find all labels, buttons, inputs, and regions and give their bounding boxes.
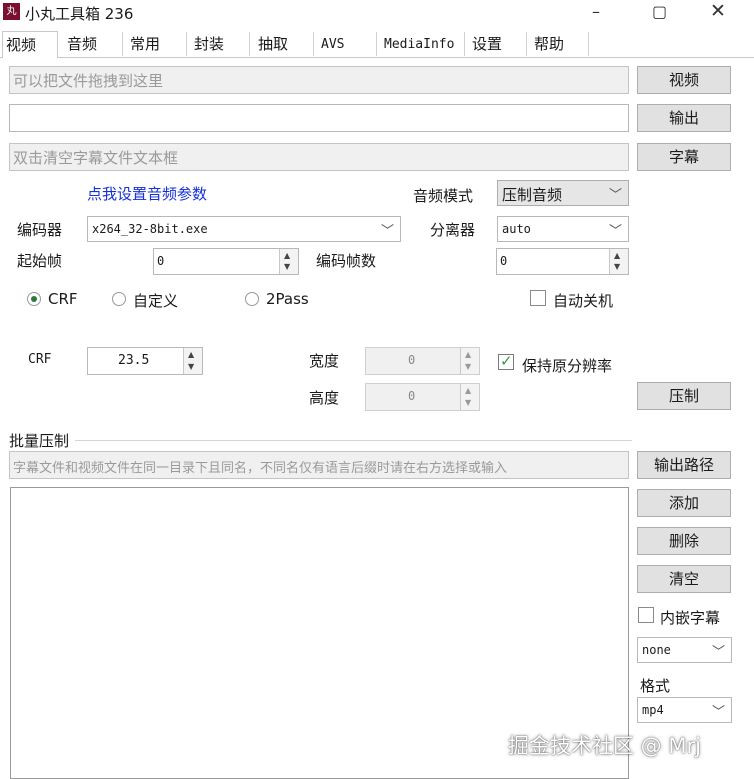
separator-select[interactable]: auto ﹀ bbox=[497, 216, 629, 242]
tab-common[interactable]: 常用 bbox=[130, 31, 160, 58]
embed-subtitle-checkbox[interactable] bbox=[638, 607, 654, 623]
height-value: 0 bbox=[408, 389, 416, 403]
frame-count-stepper[interactable]: 0 ▲ ▼ bbox=[496, 248, 629, 275]
width-label: 宽度 bbox=[309, 352, 340, 370]
video-file-input[interactable]: 可以把文件拖拽到这里 bbox=[9, 66, 629, 94]
video-file-placeholder: 可以把文件拖拽到这里 bbox=[13, 72, 164, 90]
format-label: 格式 bbox=[640, 677, 671, 695]
output-button[interactable]: 输出 bbox=[637, 104, 731, 132]
tab-settings[interactable]: 设置 bbox=[472, 31, 502, 58]
tab-extract[interactable]: 抽取 bbox=[258, 31, 288, 58]
subtitle-button[interactable]: 字幕 bbox=[637, 143, 731, 171]
batch-hint-input[interactable]: 字幕文件和视频文件在同一目录下且同名，不同名仅有语言后缀时请在右方选择或输入 bbox=[9, 451, 629, 479]
start-frame-stepper[interactable]: 0 ▲ ▼ bbox=[153, 248, 299, 275]
tab-video[interactable]: 视频 bbox=[2, 31, 58, 58]
tab-separator bbox=[376, 32, 377, 56]
tab-audio[interactable]: 音频 bbox=[67, 31, 97, 58]
height-label: 高度 bbox=[309, 389, 340, 407]
crf-label: CRF bbox=[28, 352, 52, 367]
tab-separator bbox=[588, 32, 589, 56]
subtitle-lang-value: none bbox=[642, 643, 671, 657]
watermark: 掘金技术社区 @ Mrj bbox=[508, 734, 701, 758]
tab-mux[interactable]: 封装 bbox=[194, 31, 224, 58]
keep-resolution-checkbox[interactable]: ✓ bbox=[498, 352, 514, 370]
app-icon: 丸 bbox=[3, 3, 20, 20]
subtitle-file-input[interactable]: 双击清空字幕文件文本框 bbox=[9, 143, 629, 171]
audio-mode-select[interactable]: 压制音频 ﹀ bbox=[497, 180, 629, 206]
batch-title: 批量压制 bbox=[9, 432, 70, 450]
frame-count-value: 0 bbox=[500, 254, 508, 268]
height-stepper[interactable]: 0 ▲ ▼ bbox=[365, 383, 480, 411]
encoder-label: 编码器 bbox=[17, 221, 63, 239]
tab-separator bbox=[249, 32, 250, 56]
video-button[interactable]: 视频 bbox=[637, 66, 731, 94]
start-frame-label: 起始帧 bbox=[17, 252, 63, 270]
crf-value: 23.5 bbox=[118, 353, 150, 368]
audio-mode-value: 压制音频 bbox=[502, 186, 563, 204]
chevron-down-icon: ﹀ bbox=[711, 705, 725, 720]
tab-separator bbox=[122, 32, 123, 56]
width-stepper[interactable]: 0 ▲ ▼ bbox=[365, 347, 480, 375]
tab-avs[interactable]: AVS bbox=[321, 31, 344, 58]
audio-mode-label: 音频模式 bbox=[413, 187, 474, 205]
encode-button[interactable]: 压制 bbox=[637, 382, 731, 410]
frame-count-label: 编码帧数 bbox=[316, 252, 377, 270]
twopass-radio-label: 2Pass bbox=[266, 290, 309, 308]
add-button[interactable]: 添加 bbox=[637, 489, 731, 517]
separator-value: auto bbox=[502, 222, 531, 236]
subtitle-file-placeholder: 双击清空字幕文件文本框 bbox=[13, 149, 179, 167]
tab-separator bbox=[313, 32, 314, 56]
embed-subtitle-label: 内嵌字幕 bbox=[660, 609, 721, 627]
encoder-select[interactable]: x264_32-8bit.exe ﹀ bbox=[87, 216, 401, 242]
auto-shutdown-label: 自动关机 bbox=[553, 292, 614, 310]
batch-hint-placeholder: 字幕文件和视频文件在同一目录下且同名，不同名仅有语言后缀时请在右方选择或输入 bbox=[13, 461, 508, 476]
auto-shutdown-checkbox[interactable] bbox=[530, 290, 546, 306]
close-icon[interactable]: ✕ bbox=[710, 0, 726, 22]
twopass-radio[interactable] bbox=[245, 292, 259, 306]
tab-separator bbox=[526, 32, 527, 56]
custom-radio-label: 自定义 bbox=[133, 292, 179, 310]
format-select[interactable]: mp4 ﹀ bbox=[637, 697, 732, 723]
subtitle-lang-select[interactable]: none ﹀ bbox=[637, 637, 732, 663]
delete-button[interactable]: 删除 bbox=[637, 527, 731, 555]
maximize-icon[interactable]: ▢ bbox=[652, 2, 667, 21]
minimize-icon[interactable]: – bbox=[592, 2, 600, 21]
stepper-buttons[interactable]: ▲ ▼ bbox=[460, 384, 479, 410]
crf-stepper[interactable]: 23.5 ▲ ▼ bbox=[87, 347, 203, 375]
stepper-buttons[interactable]: ▲ ▼ bbox=[279, 249, 298, 274]
custom-radio[interactable] bbox=[112, 292, 126, 306]
tab-strip bbox=[0, 30, 754, 58]
keep-resolution-label: 保持原分辨率 bbox=[522, 357, 613, 375]
chevron-down-icon: ﹀ bbox=[380, 224, 394, 239]
tab-help[interactable]: 帮助 bbox=[534, 31, 564, 58]
stepper-buttons[interactable]: ▲ ▼ bbox=[460, 348, 479, 374]
chevron-down-icon: ﹀ bbox=[711, 645, 725, 660]
separator-label: 分离器 bbox=[430, 221, 476, 239]
stepper-buttons[interactable]: ▲ ▼ bbox=[609, 249, 628, 274]
audio-settings-link[interactable]: 点我设置音频参数 bbox=[87, 183, 207, 204]
encoder-value: x264_32-8bit.exe bbox=[92, 222, 208, 236]
chevron-down-icon: ﹀ bbox=[608, 224, 622, 239]
crf-radio-label: CRF bbox=[48, 290, 78, 308]
width-value: 0 bbox=[408, 353, 416, 367]
tab-separator bbox=[464, 32, 465, 56]
stepper-buttons[interactable]: ▲ ▼ bbox=[183, 348, 202, 374]
output-file-input[interactable] bbox=[9, 104, 629, 132]
output-path-button[interactable]: 输出路径 bbox=[637, 451, 731, 479]
window-title: 小丸工具箱 236 bbox=[25, 5, 134, 23]
tab-mediainfo[interactable]: MediaInfo bbox=[384, 31, 454, 58]
check-icon: ✓ bbox=[500, 352, 513, 370]
crf-radio[interactable] bbox=[27, 292, 41, 306]
format-value: mp4 bbox=[642, 703, 664, 717]
start-frame-value: 0 bbox=[157, 254, 165, 268]
chevron-down-icon: ﹀ bbox=[608, 188, 622, 203]
tab-separator bbox=[186, 32, 187, 56]
clear-button[interactable]: 清空 bbox=[637, 565, 731, 593]
batch-divider bbox=[75, 440, 632, 441]
